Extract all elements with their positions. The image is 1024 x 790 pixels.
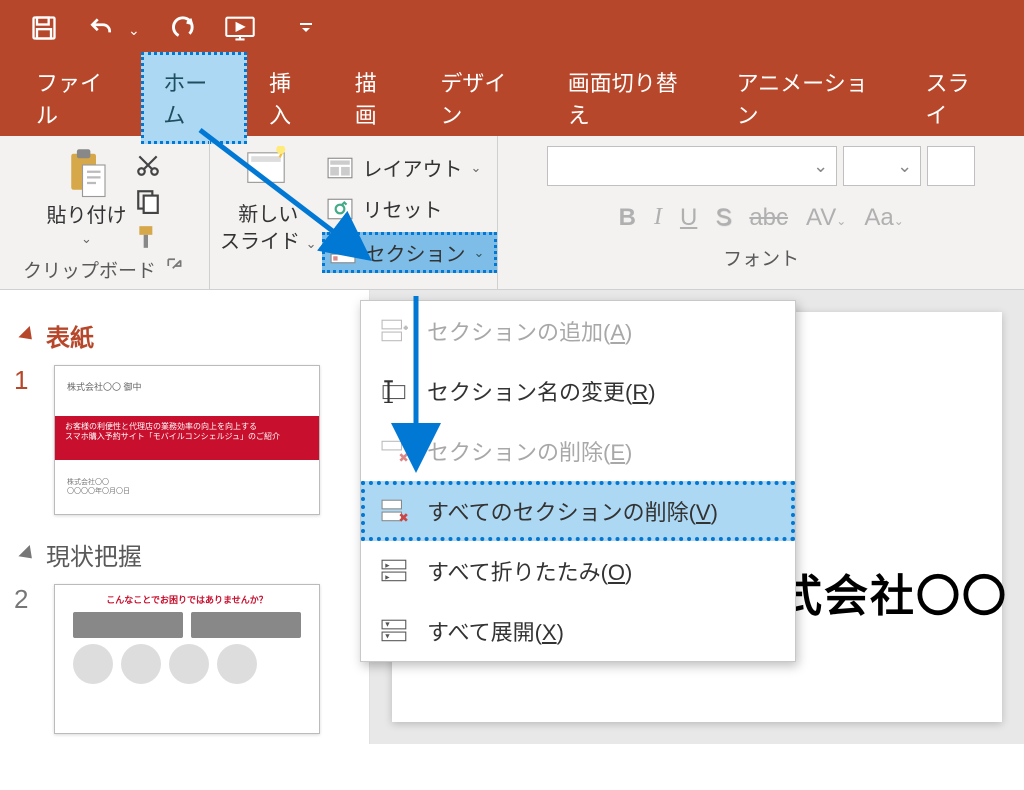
paste-label: 貼り付け [47,202,127,230]
section-button[interactable]: セクション ⌄ [322,232,497,273]
reset-label: リセット [362,194,442,223]
group-slides: 新しい スライド ⌄ レイアウト ⌄ リセット セクション ⌄ [210,136,498,289]
chevron-down-icon: ⌄ [813,156,828,177]
format-painter-icon[interactable] [135,224,163,250]
section-label: セクション [365,238,465,267]
char-spacing-button[interactable]: AV⌄ [806,204,846,232]
slide-number-2: 2 [14,584,38,615]
thumb1-footer: 株式会社〇〇〇〇〇〇年〇月〇日 [67,478,130,496]
section-collapse-icon [18,326,37,345]
rename-section-icon [379,377,411,405]
layout-button[interactable]: レイアウト ⌄ [322,150,497,185]
tab-draw[interactable]: 描画 [333,52,419,144]
tab-slideshow[interactable]: スライ [904,52,1010,144]
thumb-row-2: 2 こんなことでお困りではありませんか？ [14,584,355,734]
menu-delete-all-sections[interactable]: すべてのセクションの削除(V) [361,481,795,541]
strikethrough-button[interactable]: abc [749,204,788,232]
expand-all-icon [379,617,411,645]
chevron-down-icon: ⌄ [306,236,317,251]
undo-icon[interactable] [86,15,116,46]
collapse-all-icon [379,557,411,585]
menu-expand-all[interactable]: すべて展開(X) [361,601,795,661]
text-shadow-button[interactable]: S [715,204,731,232]
slide-number-1: 1 [14,365,38,396]
clipboard-group-label: クリップボード [23,250,156,283]
section-menu: セクションの追加(A) セクション名の変更(R) セクションの削除(E) すべて… [360,300,796,662]
paste-icon [63,146,111,202]
menu-rename-section[interactable]: セクション名の変更(R) [361,361,795,421]
new-slide-label-2: スライド [220,231,300,253]
section-header-2[interactable]: 現状把握 [20,537,355,572]
font-size-combo[interactable]: ⌄ [843,146,921,186]
tab-design[interactable]: デザイン [418,52,545,144]
chevron-down-icon: ⌄ [473,245,484,261]
tab-animation[interactable]: アニメーション [715,52,904,144]
menu-delete-section: セクションの削除(E) [361,421,795,481]
undo-dropdown-icon[interactable]: ⌄ [128,22,140,39]
italic-button[interactable]: I [654,204,662,232]
slide-thumbnail-1[interactable]: 株式会社〇〇 御中 お客様の利便性と代理店の業務効率の向上を向上するスマホ購入予… [54,365,320,515]
thumb1-header: 株式会社〇〇 御中 [67,380,142,393]
section-collapse-icon [18,545,37,564]
menu-collapse-all[interactable]: すべて折りたたみ(O) [361,541,795,601]
thumb2-header: こんなことでお困りではありませんか？ [55,585,319,606]
thumb-row-1: 1 株式会社〇〇 御中 お客様の利便性と代理店の業務効率の向上を向上するスマホ購… [14,365,355,515]
chevron-down-icon: ⌄ [470,160,481,176]
tab-home[interactable]: ホーム [141,52,247,144]
delete-all-sections-icon [379,497,411,525]
menu-add-section: セクションの追加(A) [361,301,795,361]
save-icon[interactable] [30,14,58,47]
new-slide-label-1: 新しい [238,202,298,229]
slideshow-icon[interactable] [224,14,256,47]
redo-icon[interactable] [168,14,196,47]
qat-customize-icon[interactable] [298,20,314,41]
font-name-combo[interactable]: ⌄ [547,146,837,186]
copy-icon[interactable] [135,188,163,214]
cut-icon[interactable] [135,152,163,178]
tab-insert[interactable]: 挿入 [247,52,333,144]
font-group-label: フォント [723,232,799,271]
thumbnail-pane: 表紙 1 株式会社〇〇 御中 お客様の利便性と代理店の業務効率の向上を向上するス… [0,290,370,744]
section-1-title: 表紙 [46,318,94,353]
section-header-1[interactable]: 表紙 [20,318,355,353]
paste-button[interactable]: 貼り付け ⌄ [47,146,127,248]
layout-icon [326,155,354,181]
underline-button[interactable]: U [680,204,697,232]
chevron-down-icon: ⌄ [897,156,912,177]
reset-button[interactable]: リセット [322,191,497,226]
reset-icon [326,196,354,222]
bold-button[interactable]: B [619,204,636,232]
delete-section-icon [379,437,411,465]
change-case-button[interactable]: Aa⌄ [864,204,903,232]
font-size-extra[interactable] [927,146,975,186]
quick-access-toolbar: ⌄ [0,0,1024,60]
layout-label: レイアウト [362,153,462,182]
add-section-icon [379,317,411,345]
chevron-down-icon: ⌄ [81,230,92,248]
group-clipboard: 貼り付け ⌄ クリップボード [0,136,210,289]
tab-file[interactable]: ファイル [14,52,141,144]
slide-thumbnail-2[interactable]: こんなことでお困りではありませんか？ [54,584,320,734]
group-font: ⌄ ⌄ B I U S abc AV⌄ Aa⌄ フォント [498,136,1024,289]
new-slide-icon[interactable] [241,146,295,202]
section-icon [329,240,357,266]
section-2-title: 現状把握 [46,537,142,572]
clipboard-launcher-icon[interactable] [166,257,186,277]
tab-transition[interactable]: 画面切り替え [546,52,715,144]
ribbon: 貼り付け ⌄ クリップボード [0,136,1024,290]
ribbon-tabs: ファイル ホーム 挿入 描画 デザイン 画面切り替え アニメーション スライ [0,60,1024,136]
